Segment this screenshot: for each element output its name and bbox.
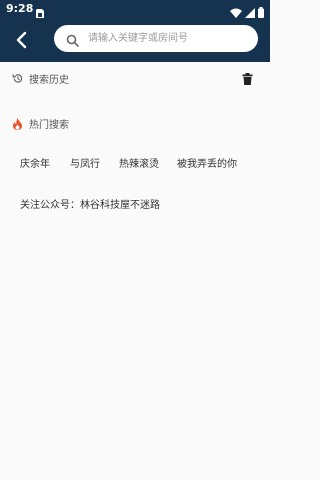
search-history-title: 搜索历史 (29, 75, 69, 86)
search-box[interactable] (54, 25, 258, 52)
hot-search-item[interactable]: 与凤行 (70, 155, 100, 170)
search-icon (66, 32, 79, 51)
back-button[interactable] (12, 30, 32, 50)
flame-icon (13, 117, 22, 130)
search-input[interactable] (88, 25, 248, 52)
clear-history-button[interactable] (242, 70, 253, 89)
hot-search-item[interactable]: 不迷路 (130, 196, 160, 211)
search-button[interactable]: 搜索 (230, 30, 256, 49)
status-time: 9:28 (6, 2, 34, 15)
search-history-header: 搜索历史 (12, 71, 69, 86)
status-bar: 9:28 (0, 0, 270, 19)
hot-search-item[interactable]: 热辣滚烫 (119, 155, 159, 170)
search-header: 搜索 (0, 18, 270, 62)
hot-search-header: 热门搜索 (12, 116, 69, 131)
hot-search-item[interactable]: 关注公众号：林谷科技屋 (20, 196, 130, 211)
hot-search-item[interactable]: 被我弄丢的你 (177, 155, 237, 170)
chevron-left-icon (16, 31, 27, 49)
hot-search-item[interactable]: 庆余年 (20, 155, 50, 170)
history-icon (12, 74, 23, 83)
trash-icon (242, 73, 253, 85)
hot-search-title: 热门搜索 (29, 120, 69, 131)
